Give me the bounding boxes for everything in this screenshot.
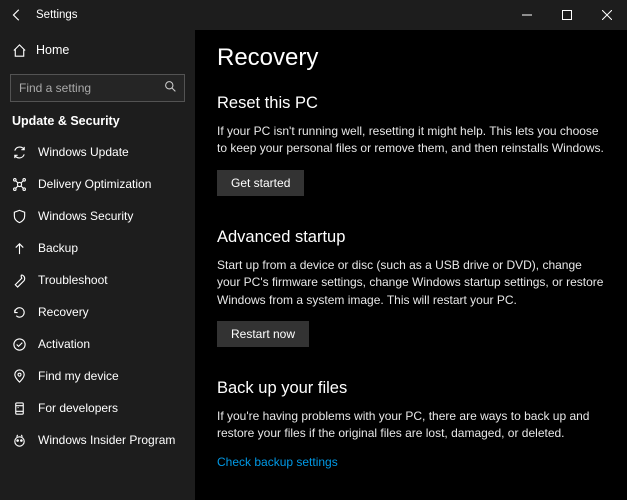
sync-icon bbox=[12, 145, 38, 160]
delivery-icon bbox=[12, 177, 38, 192]
nav-label: Activation bbox=[38, 337, 90, 351]
insider-icon bbox=[12, 433, 38, 448]
nav-label: Windows Insider Program bbox=[38, 433, 175, 447]
restart-now-button[interactable]: Restart now bbox=[217, 321, 309, 347]
minimize-button[interactable] bbox=[507, 0, 547, 30]
nav-windows-security[interactable]: Windows Security bbox=[0, 200, 195, 232]
close-button[interactable] bbox=[587, 0, 627, 30]
section-advanced-startup: Advanced startup Start up from a device … bbox=[217, 228, 605, 347]
maximize-button[interactable] bbox=[547, 0, 587, 30]
nav-label: Troubleshoot bbox=[38, 273, 108, 287]
page-title: Recovery bbox=[217, 44, 605, 72]
recovery-icon bbox=[12, 305, 38, 320]
section-reset: Reset this PC If your PC isn't running w… bbox=[217, 94, 605, 196]
home-label: Home bbox=[36, 43, 69, 57]
nav-label: Delivery Optimization bbox=[38, 177, 151, 191]
back-button[interactable] bbox=[10, 8, 28, 22]
nav-label: For developers bbox=[38, 401, 118, 415]
section-backup: Back up your files If you're having prob… bbox=[217, 379, 605, 469]
category-header: Update & Security bbox=[0, 112, 195, 136]
sidebar: Home Update & Security Windows Update De… bbox=[0, 30, 195, 500]
backup-title: Back up your files bbox=[217, 379, 605, 398]
location-icon bbox=[12, 369, 38, 384]
nav-label: Recovery bbox=[38, 305, 89, 319]
reset-title: Reset this PC bbox=[217, 94, 605, 113]
shield-icon bbox=[12, 209, 38, 224]
nav-windows-update[interactable]: Windows Update bbox=[0, 136, 195, 168]
home-nav[interactable]: Home bbox=[0, 34, 195, 66]
get-started-button[interactable]: Get started bbox=[217, 170, 304, 196]
nav-recovery[interactable]: Recovery bbox=[0, 296, 195, 328]
advanced-title: Advanced startup bbox=[217, 228, 605, 247]
advanced-description: Start up from a device or disc (such as … bbox=[217, 257, 605, 309]
reset-description: If your PC isn't running well, resetting… bbox=[217, 123, 605, 158]
nav-label: Windows Security bbox=[38, 209, 133, 223]
search-input[interactable] bbox=[10, 74, 185, 102]
nav-label: Windows Update bbox=[38, 145, 129, 159]
nav-delivery-optimization[interactable]: Delivery Optimization bbox=[0, 168, 195, 200]
check-circle-icon bbox=[12, 337, 38, 352]
check-backup-link[interactable]: Check backup settings bbox=[217, 455, 605, 469]
title-bar: Settings bbox=[0, 0, 627, 30]
nav-label: Find my device bbox=[38, 369, 119, 383]
nav-label: Backup bbox=[38, 241, 78, 255]
main-content: Recovery Reset this PC If your PC isn't … bbox=[195, 30, 627, 500]
nav-list: Windows Update Delivery Optimization Win… bbox=[0, 136, 195, 500]
developer-icon bbox=[12, 401, 38, 416]
nav-find-my-device[interactable]: Find my device bbox=[0, 360, 195, 392]
nav-windows-insider[interactable]: Windows Insider Program bbox=[0, 424, 195, 456]
home-icon bbox=[12, 43, 36, 58]
nav-for-developers[interactable]: For developers bbox=[0, 392, 195, 424]
nav-activation[interactable]: Activation bbox=[0, 328, 195, 360]
backup-description: If you're having problems with your PC, … bbox=[217, 408, 605, 443]
nav-backup[interactable]: Backup bbox=[0, 232, 195, 264]
backup-icon bbox=[12, 241, 38, 256]
window-title: Settings bbox=[36, 9, 78, 21]
nav-troubleshoot[interactable]: Troubleshoot bbox=[0, 264, 195, 296]
wrench-icon bbox=[12, 273, 38, 288]
